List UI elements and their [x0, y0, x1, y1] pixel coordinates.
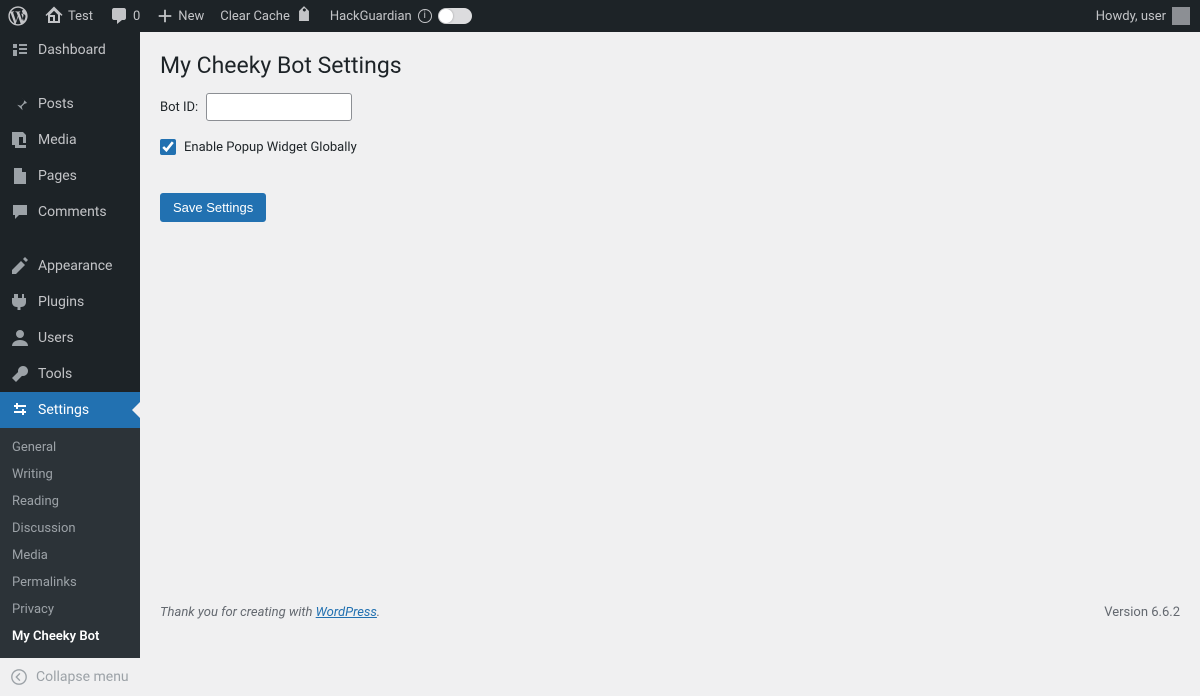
info-icon: i: [418, 9, 432, 23]
new-content-link[interactable]: New: [148, 0, 212, 32]
sidebar-item-dashboard[interactable]: Dashboard: [0, 32, 140, 68]
clear-cache-link[interactable]: Clear Cache: [212, 0, 322, 32]
enable-popup-checkbox[interactable]: [160, 139, 176, 155]
submenu-discussion[interactable]: Discussion: [0, 515, 140, 542]
tools-icon: [10, 364, 30, 384]
sidebar-item-label: Users: [38, 330, 74, 346]
hackguardian-label: HackGuardian: [330, 9, 412, 24]
submenu-permalinks[interactable]: Permalinks: [0, 569, 140, 596]
footer-credit: Thank you for creating with WordPress.: [160, 605, 380, 620]
sidebar-item-media[interactable]: Media: [0, 122, 140, 158]
wordpress-link[interactable]: WordPress: [316, 605, 377, 620]
clear-cache-label: Clear Cache: [220, 9, 290, 24]
sidebar-item-posts[interactable]: Posts: [0, 86, 140, 122]
sidebar-item-label: Plugins: [38, 294, 84, 310]
sidebar-item-label: Tools: [38, 366, 72, 382]
dashboard-icon: [10, 40, 30, 60]
hackguardian-toggle[interactable]: [438, 8, 472, 24]
sidebar-item-label: Comments: [38, 204, 107, 220]
enable-popup-row: Enable Popup Widget Globally: [160, 139, 1180, 155]
sidebar-item-tools[interactable]: Tools: [0, 356, 140, 392]
bot-id-input[interactable]: [206, 93, 352, 121]
footer-prefix: Thank you for creating with: [160, 605, 316, 620]
bot-id-row: Bot ID:: [160, 93, 1180, 121]
sidebar-item-settings[interactable]: Settings: [0, 392, 140, 428]
sidebar-item-label: Pages: [38, 168, 77, 184]
sidebar-item-plugins[interactable]: Plugins: [0, 284, 140, 320]
submenu-media[interactable]: Media: [0, 542, 140, 569]
bot-id-label: Bot ID:: [160, 100, 198, 115]
footer-version: Version 6.6.2: [1104, 605, 1180, 620]
save-button[interactable]: Save Settings: [160, 193, 266, 222]
footer-suffix: .: [377, 605, 380, 620]
wp-logo[interactable]: [0, 0, 36, 32]
main-content: My Cheeky Bot Settings Bot ID: Enable Po…: [140, 32, 1200, 630]
hackguardian-link[interactable]: HackGuardian i: [322, 0, 480, 32]
wordpress-icon: [8, 6, 28, 26]
sidebar-item-label: Posts: [38, 96, 74, 112]
tag-icon: [290, 2, 318, 30]
submenu-reading[interactable]: Reading: [0, 488, 140, 515]
appearance-icon: [10, 256, 30, 276]
submenu-writing[interactable]: Writing: [0, 461, 140, 488]
sidebar-item-appearance[interactable]: Appearance: [0, 248, 140, 284]
users-icon: [10, 328, 30, 348]
submenu-my-cheeky-bot[interactable]: My Cheeky Bot: [0, 623, 140, 650]
submenu-general[interactable]: General: [0, 434, 140, 461]
sidebar-item-label: Media: [38, 132, 77, 148]
collapse-menu[interactable]: Collapse menu: [0, 658, 140, 696]
media-icon: [10, 130, 30, 150]
submenu-privacy[interactable]: Privacy: [0, 596, 140, 623]
howdy-text[interactable]: Howdy, user: [1096, 9, 1166, 24]
plus-icon: [156, 7, 174, 25]
new-label: New: [178, 9, 204, 24]
collapse-icon: [10, 668, 28, 686]
settings-icon: [10, 400, 30, 420]
sidebar-item-pages[interactable]: Pages: [0, 158, 140, 194]
enable-popup-label: Enable Popup Widget Globally: [184, 140, 357, 155]
plugins-icon: [10, 292, 30, 312]
pin-icon: [10, 94, 30, 114]
site-name: Test: [68, 9, 93, 24]
sidebar-item-comments[interactable]: Comments: [0, 194, 140, 230]
page-title: My Cheeky Bot Settings: [160, 52, 1180, 79]
comments-count: 0: [133, 9, 140, 24]
site-name-link[interactable]: Test: [36, 0, 101, 32]
sidebar-item-label: Settings: [38, 402, 89, 418]
sidebar-item-label: Appearance: [38, 258, 112, 274]
sidebar-item-users[interactable]: Users: [0, 320, 140, 356]
home-icon: [44, 6, 64, 26]
pages-icon: [10, 166, 30, 186]
collapse-label: Collapse menu: [36, 669, 129, 685]
settings-submenu: General Writing Reading Discussion Media…: [0, 428, 140, 658]
adminbar-right: Howdy, user: [1096, 7, 1200, 25]
comments-icon: [109, 6, 129, 26]
avatar[interactable]: [1172, 7, 1190, 25]
comments-icon: [10, 202, 30, 222]
comments-link[interactable]: 0: [101, 0, 148, 32]
admin-bar: Test 0 New Clear Cache HackGuardian i Ho…: [0, 0, 1200, 32]
sidebar-item-label: Dashboard: [38, 42, 106, 58]
footer: Thank you for creating with WordPress. V…: [160, 605, 1180, 620]
admin-sidebar: Dashboard Posts Media Pages Comments App…: [0, 32, 140, 630]
